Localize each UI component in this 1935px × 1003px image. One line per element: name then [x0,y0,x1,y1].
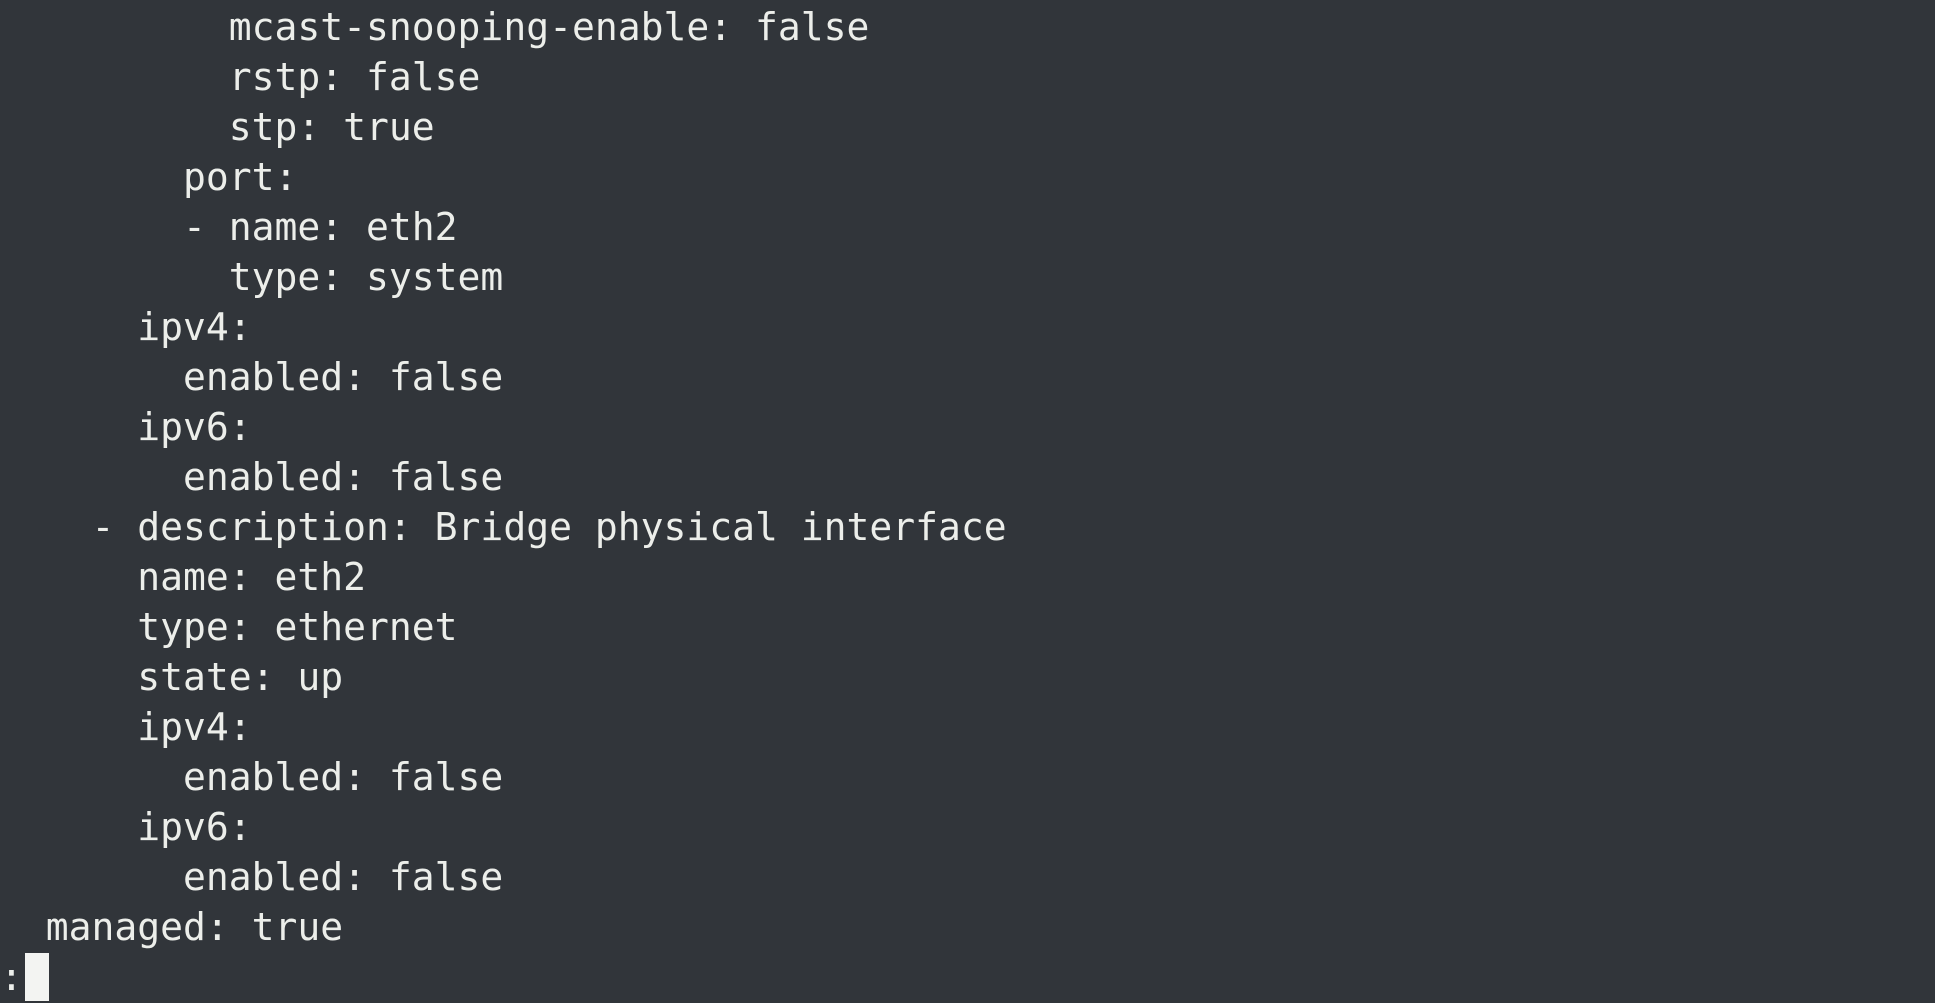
terminal-line: stp: true [0,105,435,149]
terminal-line: type: system [0,255,504,299]
pager-prompt: : [0,955,23,999]
pager-command-line[interactable]: : [0,952,1935,1002]
terminal-line: ipv6: [0,805,252,849]
terminal-line: ipv6: [0,405,252,449]
terminal-line: - description: Bridge physical interface [0,505,1007,549]
terminal-line: enabled: false [0,855,504,899]
terminal-window[interactable]: mcast-snooping-enable: false rstp: false… [0,0,1935,1003]
terminal-line: enabled: false [0,455,504,499]
text-cursor [24,953,49,1001]
terminal-line: enabled: false [0,355,504,399]
terminal-line: mcast-snooping-enable: false [0,5,870,49]
terminal-line: ipv4: [0,305,252,349]
terminal-line: - name: eth2 [0,205,458,249]
terminal-line: rstp: false [0,55,481,99]
terminal-line: name: eth2 [0,555,367,599]
terminal-line: type: ethernet [0,605,458,649]
terminal-line: enabled: false [0,755,504,799]
terminal-line: ipv4: [0,705,252,749]
terminal-line: managed: true [0,905,344,949]
terminal-line: state: up [0,655,344,699]
terminal-line: port: [0,155,298,199]
